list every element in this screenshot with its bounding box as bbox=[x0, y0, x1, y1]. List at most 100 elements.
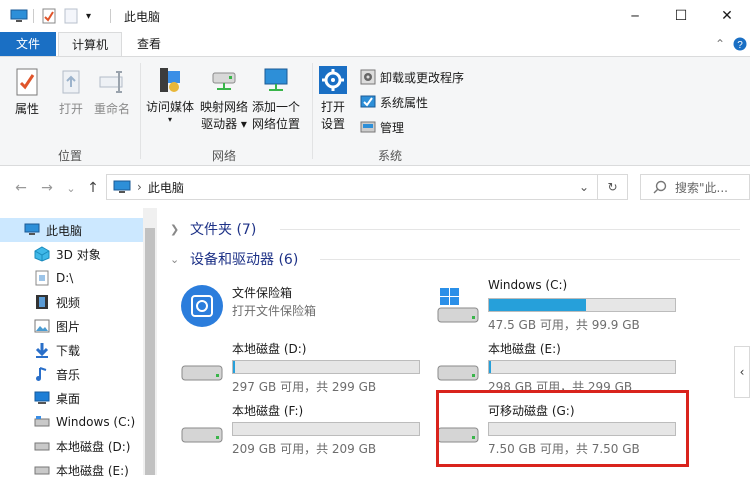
properties-icon bbox=[16, 68, 38, 96]
highlight-box bbox=[436, 390, 689, 467]
sidebar-scroll-thumb[interactable] bbox=[145, 228, 155, 475]
window-title: 此电脑 bbox=[124, 10, 161, 24]
sidebar-item-3d-objects[interactable]: 3D 对象 bbox=[0, 242, 143, 266]
tab-view[interactable]: 查看 bbox=[124, 32, 174, 56]
drive-e-item[interactable]: 本地磁盘 (E:) 298 GB 可用，共 299 GB bbox=[436, 340, 686, 396]
gear-icon bbox=[319, 66, 347, 94]
picture-icon bbox=[34, 318, 50, 334]
title-bar: ▾ 此电脑 ─ ☐ ✕ bbox=[0, 0, 750, 32]
search-placeholder: 搜索"此... bbox=[675, 180, 728, 195]
document-icon bbox=[34, 270, 50, 286]
sidebar-item-drive-c[interactable]: Windows (C:) bbox=[0, 410, 143, 434]
drive-icon bbox=[34, 462, 50, 478]
drive-usage-bar bbox=[488, 298, 676, 312]
help-icon[interactable]: ? bbox=[732, 36, 748, 52]
uninstall-program-button[interactable]: 卸载或更改程序 bbox=[360, 67, 464, 87]
manage-button[interactable]: 管理 bbox=[360, 117, 404, 137]
tab-file[interactable]: 文件 bbox=[0, 32, 56, 56]
drive-usage-bar bbox=[488, 360, 676, 374]
navigation-pane: 此电脑 3D 对象 D:\ 视频 图片 下载 音乐 桌面 Windows (C:… bbox=[0, 208, 160, 478]
close-button[interactable]: ✕ bbox=[704, 0, 750, 32]
drive-usage-fill bbox=[489, 361, 491, 373]
vault-icon bbox=[181, 285, 223, 327]
file-vault-item[interactable]: 文件保险箱 打开文件保险箱 bbox=[180, 284, 430, 340]
open-button[interactable]: 打开 bbox=[56, 67, 86, 118]
open-icon bbox=[62, 70, 80, 94]
folders-section-header[interactable]: ❯ 文件夹 (7) bbox=[170, 218, 750, 240]
computer-icon bbox=[10, 8, 28, 24]
vault-name: 文件保险箱 bbox=[232, 286, 293, 300]
minimize-icon: ─ bbox=[631, 9, 639, 23]
properties-quick-icon[interactable] bbox=[42, 8, 56, 24]
sidebar-item-music[interactable]: 音乐 bbox=[0, 362, 143, 386]
cube-icon bbox=[34, 246, 50, 262]
sidebar-item-this-pc[interactable]: 此电脑 bbox=[0, 218, 143, 242]
rename-icon bbox=[99, 71, 123, 93]
sidebar-item-videos[interactable]: 视频 bbox=[0, 290, 143, 314]
back-button[interactable]: ← bbox=[12, 180, 30, 196]
system-properties-button[interactable]: 系统属性 bbox=[360, 92, 428, 112]
desktop-icon bbox=[34, 390, 50, 406]
drive-usage-bar bbox=[232, 360, 420, 374]
address-dropdown-icon[interactable]: ⌄ bbox=[579, 180, 589, 194]
address-bar[interactable]: › 此电脑 ⌄ bbox=[106, 174, 598, 200]
up-button[interactable]: ↑ bbox=[84, 180, 102, 196]
tab-computer[interactable]: 计算机 bbox=[58, 32, 122, 57]
search-icon bbox=[653, 180, 667, 194]
computer-icon bbox=[24, 222, 40, 238]
windows-drive-icon bbox=[437, 288, 479, 323]
minimize-button[interactable]: ─ bbox=[612, 0, 658, 32]
details-pane-toggle[interactable]: ‹ bbox=[734, 346, 750, 398]
collapse-ribbon-icon[interactable]: ⌃ bbox=[712, 36, 728, 52]
add-network-location-button[interactable]: 添加一个 网络位置 bbox=[252, 65, 300, 133]
drive-d-item[interactable]: 本地磁盘 (D:) 297 GB 可用，共 299 GB bbox=[180, 340, 430, 396]
network-location-icon bbox=[264, 68, 288, 91]
computer-icon bbox=[113, 180, 131, 193]
devices-section-header[interactable]: ⌄ 设备和驱动器 (6) bbox=[170, 248, 750, 270]
sidebar-item-pictures[interactable]: 图片 bbox=[0, 314, 143, 338]
drive-usage-fill bbox=[233, 361, 235, 373]
manage-icon bbox=[360, 121, 376, 133]
maximize-icon: ☐ bbox=[674, 8, 688, 24]
ribbon-tabs: 文件 计算机 查看 bbox=[0, 32, 750, 57]
drive-icon bbox=[181, 365, 223, 381]
breadcrumb-separator: › bbox=[137, 180, 142, 194]
uninstall-icon bbox=[360, 69, 376, 85]
new-folder-quick-icon[interactable] bbox=[64, 8, 78, 24]
download-icon bbox=[34, 342, 50, 358]
sidebar-item-drive-d[interactable]: 本地磁盘 (D:) bbox=[0, 434, 143, 458]
drive-icon bbox=[437, 365, 479, 381]
sidebar-item-drive-e[interactable]: 本地磁盘 (E:) bbox=[0, 458, 143, 482]
vault-subtitle: 打开文件保险箱 bbox=[232, 304, 317, 318]
refresh-button[interactable]: ↻ bbox=[598, 174, 628, 200]
system-properties-icon bbox=[360, 95, 376, 108]
recent-locations-button[interactable]: ⌄ bbox=[62, 180, 80, 196]
quick-access-dropdown[interactable]: ▾ bbox=[86, 8, 91, 24]
group-label-location: 位置 bbox=[58, 149, 83, 163]
group-label-system: 系统 bbox=[378, 149, 403, 163]
forward-button[interactable]: → bbox=[38, 180, 56, 196]
group-label-network: 网络 bbox=[212, 149, 237, 163]
media-icon bbox=[160, 68, 180, 92]
drive-c-item[interactable]: Windows (C:) 47.5 GB 可用，共 99.9 GB bbox=[436, 278, 686, 334]
ribbon: 属性 打开 重命名 位置 访问媒体 ▾ 映射网络 驱动器 ▾ 添加一个 网络位置… bbox=[0, 56, 750, 166]
drive-usage-fill bbox=[489, 299, 586, 311]
search-input[interactable]: 搜索"此... bbox=[640, 174, 750, 200]
music-icon bbox=[34, 366, 50, 382]
rename-button[interactable]: 重命名 bbox=[94, 67, 130, 118]
sidebar-item-desktop[interactable]: 桌面 bbox=[0, 386, 143, 410]
sidebar-item-d-folder[interactable]: D:\ bbox=[0, 266, 143, 290]
properties-button[interactable]: 属性 bbox=[12, 67, 42, 118]
maximize-button[interactable]: ☐ bbox=[658, 0, 704, 32]
drive-icon bbox=[181, 427, 223, 443]
address-row: ← → ⌄ ↑ › 此电脑 ⌄ ↻ 搜索"此... bbox=[0, 168, 750, 208]
sidebar-item-downloads[interactable]: 下载 bbox=[0, 338, 143, 362]
breadcrumb[interactable]: 此电脑 bbox=[148, 179, 184, 196]
map-network-drive-button[interactable]: 映射网络 驱动器 ▾ bbox=[200, 65, 248, 133]
chevron-down-icon: ⌄ bbox=[170, 252, 180, 266]
network-drive-icon bbox=[212, 72, 236, 90]
close-icon: ✕ bbox=[721, 8, 733, 24]
open-settings-button[interactable]: 打开 设置 bbox=[318, 65, 348, 133]
drive-f-item[interactable]: 本地磁盘 (F:) 209 GB 可用，共 209 GB bbox=[180, 402, 430, 458]
access-media-button[interactable]: 访问媒体 ▾ bbox=[146, 65, 194, 124]
